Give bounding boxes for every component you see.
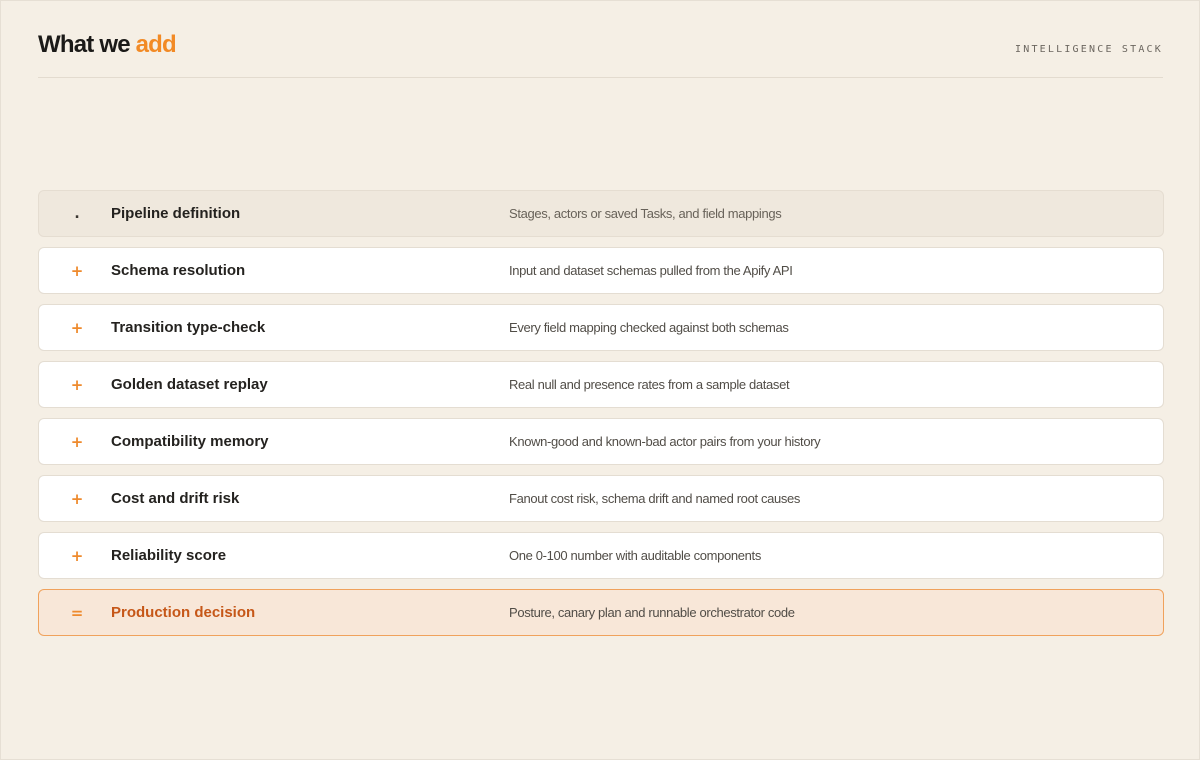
stack-row-reliability-score: + Reliability score One 0-100 number wit… xyxy=(38,532,1164,579)
stack-row-compatibility-memory: + Compatibility memory Known-good and kn… xyxy=(38,418,1164,465)
intelligence-stack-slide: What we add INTELLIGENCE STACK . Pipelin… xyxy=(0,0,1200,760)
row-description: Every field mapping checked against both… xyxy=(509,320,789,335)
row-description: Input and dataset schemas pulled from th… xyxy=(509,263,793,278)
page-title: What we add xyxy=(38,31,177,59)
stack-row-transition-type-check: + Transition type-check Every field mapp… xyxy=(38,304,1164,351)
row-label: Golden dataset replay xyxy=(111,376,268,393)
stack-row-golden-dataset-replay: + Golden dataset replay Real null and pr… xyxy=(38,361,1164,408)
row-label: Schema resolution xyxy=(111,262,246,279)
stack-row-schema-resolution: + Schema resolution Input and dataset sc… xyxy=(38,247,1164,294)
row-label: Pipeline definition xyxy=(111,205,241,222)
plus-marker: + xyxy=(70,433,84,451)
row-label: Cost and drift risk xyxy=(111,490,240,507)
row-label: Reliability score xyxy=(111,547,227,564)
header: What we add INTELLIGENCE STACK xyxy=(38,29,1163,78)
plus-marker: + xyxy=(70,262,84,280)
equals-marker: = xyxy=(70,604,84,622)
row-description: Stages, actors or saved Tasks, and field… xyxy=(509,206,782,221)
row-description: Known-good and known-bad actor pairs fro… xyxy=(509,434,821,449)
row-description: Real null and presence rates from a samp… xyxy=(509,377,790,392)
row-description: Fanout cost risk, schema drift and named… xyxy=(509,491,801,506)
stack-row-production-decision: = Production decision Posture, canary pl… xyxy=(38,589,1164,636)
stack-list: . Pipeline definition Stages, actors or … xyxy=(38,190,1164,646)
section-kicker: INTELLIGENCE STACK xyxy=(1015,44,1163,55)
row-label: Production decision xyxy=(111,604,256,621)
row-label: Transition type-check xyxy=(111,319,266,336)
stack-row-cost-and-drift-risk: + Cost and drift risk Fanout cost risk, … xyxy=(38,475,1164,522)
title-main: What we xyxy=(38,31,136,58)
title-accent: add xyxy=(135,31,177,58)
plus-marker: + xyxy=(70,376,84,394)
row-label: Compatibility memory xyxy=(111,433,269,450)
plus-marker: + xyxy=(70,490,84,508)
row-description: Posture, canary plan and runnable orches… xyxy=(509,605,795,620)
row-description: One 0-100 number with auditable componen… xyxy=(509,548,761,563)
plus-marker: + xyxy=(70,319,84,337)
plus-marker: + xyxy=(70,547,84,565)
dot-marker: . xyxy=(74,206,80,222)
stack-row-pipeline-definition: . Pipeline definition Stages, actors or … xyxy=(38,190,1164,237)
